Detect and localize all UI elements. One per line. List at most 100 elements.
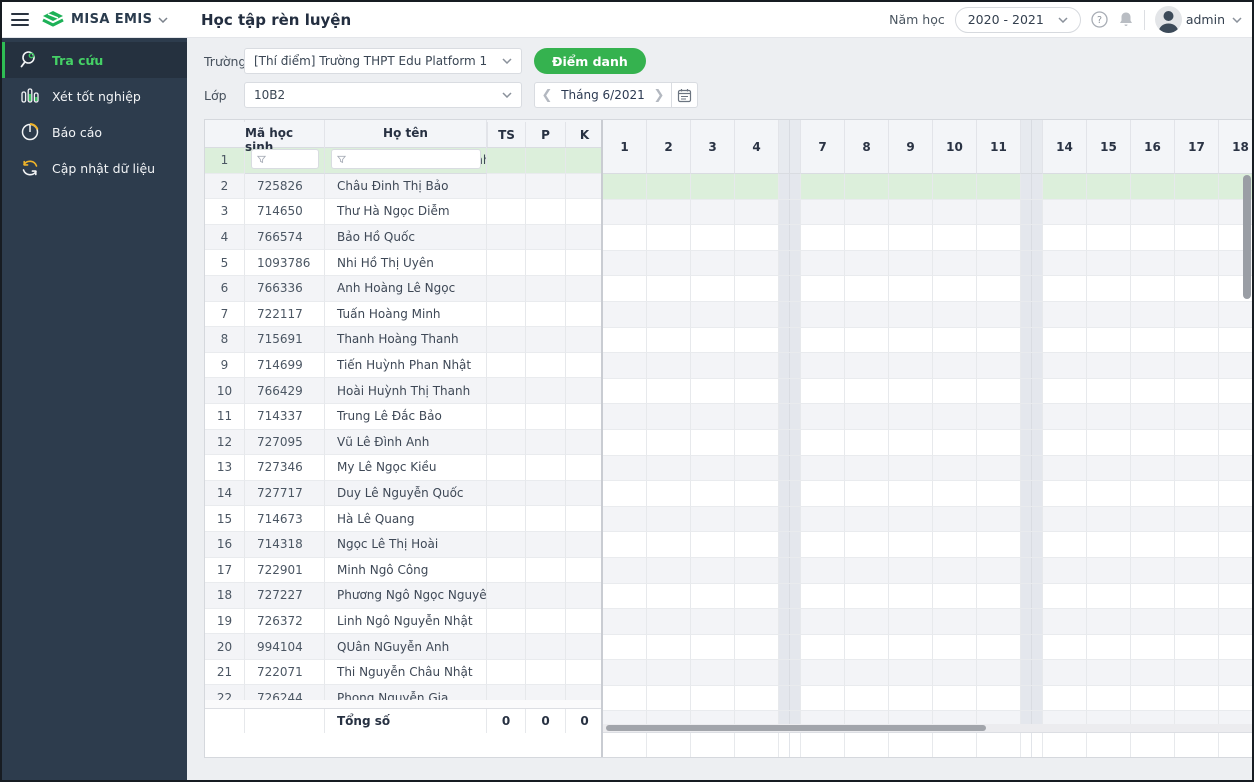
brand-menu[interactable]: MISA EMIS <box>41 7 168 33</box>
day-column-header-17: 17 <box>1175 120 1219 174</box>
help-icon[interactable]: ? <box>1091 11 1108 28</box>
attendance-cell-day-3 <box>691 609 735 635</box>
student-day-row[interactable] <box>603 506 1252 533</box>
student-row[interactable]: 5 1093786 Nhi Hồ Thị Uyên <box>205 250 601 276</box>
filter-funnel-icon <box>256 155 266 163</box>
student-row[interactable]: 8 715691 Thanh Hoàng Thanh <box>205 327 601 353</box>
attendance-cell-day-14 <box>1043 685 1087 712</box>
student-row[interactable]: 12 727095 Vũ Lê Đình Anh <box>205 429 601 456</box>
student-row[interactable]: 9 714699 Tiến Huỳnh Phan Nhật <box>205 352 601 379</box>
calendar-icon[interactable] <box>671 83 697 107</box>
row-full-name: Thư Hà Ngọc Diễm <box>325 199 487 225</box>
attendance-cell-day-16 <box>1131 660 1175 686</box>
next-month-button[interactable]: ❯ <box>647 88 671 103</box>
attendance-cell-day-14 <box>1043 301 1087 328</box>
attendance-cell-day-8 <box>845 634 889 661</box>
student-row[interactable]: 14 727717 Duy Lê Nguyễn Quốc <box>205 480 601 507</box>
student-day-row[interactable] <box>603 199 1252 226</box>
student-day-row[interactable] <box>603 609 1252 635</box>
student-row[interactable]: 17 722901 Minh Ngô Công <box>205 557 601 584</box>
hamburger-menu-icon[interactable] <box>11 13 29 26</box>
student-row[interactable]: 13 727346 My Lê Ngọc Kiều <box>205 455 601 481</box>
attendance-cell-day-16 <box>1131 199 1175 226</box>
attendance-cell-day-9 <box>889 685 933 712</box>
student-day-row[interactable] <box>603 276 1252 302</box>
student-row[interactable]: 6 766336 Anh Hoàng Lê Ngọc <box>205 275 601 302</box>
bar-chart-icon <box>18 86 42 106</box>
attendance-cell-day-16 <box>1131 353 1175 379</box>
row-ts-cell <box>487 301 526 328</box>
attendance-cell-day-7 <box>801 378 845 405</box>
attendance-cell-day-1 <box>603 557 647 584</box>
attendance-cell-day-10 <box>933 634 977 661</box>
student-row[interactable]: 7 722117 Tuấn Hoàng Minh <box>205 301 601 328</box>
student-day-row[interactable] <box>603 404 1252 430</box>
student-day-row[interactable] <box>603 583 1252 610</box>
student-day-row[interactable] <box>603 378 1252 405</box>
student-row[interactable]: 15 714673 Hà Lê Quang <box>205 506 601 532</box>
student-day-row[interactable] <box>603 634 1252 661</box>
attendance-cell-day-2 <box>647 583 691 610</box>
attendance-cell-day-9 <box>889 199 933 226</box>
student-day-row[interactable] <box>603 174 1252 200</box>
row-student-id: 714673 <box>245 506 325 532</box>
sidebar-item-xet-tot-nghiep[interactable]: Xét tốt nghiệp <box>2 78 187 114</box>
student-row[interactable]: 4 766574 Bảo Hồ Quốc <box>205 224 601 251</box>
attendance-cell-day-14 <box>1043 506 1087 533</box>
student-day-row[interactable] <box>603 711 1252 725</box>
student-day-row[interactable] <box>603 685 1252 712</box>
student-day-row[interactable] <box>603 429 1252 456</box>
attendance-cell-day-3 <box>691 557 735 584</box>
attendance-button[interactable]: Điểm danh <box>534 48 646 74</box>
student-row[interactable]: 20 994104 QUân NGuyễn Anh <box>205 634 601 660</box>
attendance-cell-day-1 <box>603 276 647 302</box>
student-row[interactable]: 19 726372 Linh Ngô Nguyễn Nhật <box>205 608 601 635</box>
row-stt: 7 <box>205 301 245 328</box>
student-row[interactable]: 21 722071 Thi Nguyễn Châu Nhật <box>205 659 601 686</box>
sidebar-item-cap-nhat-du-lieu[interactable]: Cập nhật dữ liệu <box>2 150 187 186</box>
row-p-cell <box>526 199 566 225</box>
student-row[interactable]: 2 725826 Châu Đinh Thị Bảo <box>205 173 601 200</box>
row-p-cell <box>526 455 566 481</box>
student-day-row[interactable] <box>603 455 1252 482</box>
student-day-row[interactable] <box>603 301 1252 328</box>
attendance-cell-day-16 <box>1131 532 1175 558</box>
horizontal-scrollbar-thumb[interactable] <box>606 725 986 732</box>
weekend-cell <box>779 276 801 302</box>
student-id-filter-input[interactable] <box>250 149 319 169</box>
student-row[interactable]: 16 714318 Ngọc Lê Thị Hoài <box>205 531 601 558</box>
attendance-cell-day-7 <box>801 557 845 584</box>
student-day-row[interactable] <box>603 225 1252 251</box>
grid-day-columns: 1 2 3 4 7 8 9 10 11 14 15 16 17 18 <box>603 120 1252 757</box>
student-day-row[interactable] <box>603 353 1252 379</box>
student-row[interactable]: 3 714650 Thư Hà Ngọc Diễm <box>205 199 601 225</box>
student-day-row[interactable] <box>603 250 1252 277</box>
row-student-id: 727095 <box>245 429 325 456</box>
student-day-row[interactable] <box>603 327 1252 354</box>
weekend-cell <box>779 634 801 661</box>
attendance-cell-day-17 <box>1175 609 1219 635</box>
attendance-cell-day-17 <box>1175 276 1219 302</box>
user-menu[interactable]: admin <box>1154 6 1242 33</box>
school-select[interactable]: [Thí điểm] Trường THPT Edu Platform 1 <box>244 48 522 74</box>
weekend-cell <box>779 199 801 226</box>
student-day-row[interactable] <box>603 481 1252 507</box>
school-year-select[interactable]: 2020 - 2021 <box>954 6 1081 33</box>
sidebar-item-bao-cao[interactable]: Báo cáo <box>2 114 187 150</box>
full-name-filter-input[interactable] <box>330 149 481 169</box>
student-row[interactable]: 22 726244 Phong Nguyễn Gia <box>205 685 601 700</box>
student-day-row[interactable] <box>603 660 1252 686</box>
attendance-cell-day-17 <box>1175 353 1219 379</box>
student-row[interactable]: 10 766429 Hoài Huỳnh Thị Thanh <box>205 378 601 404</box>
class-select[interactable]: 10B2 <box>244 82 522 108</box>
vertical-scrollbar-thumb[interactable] <box>1243 175 1251 299</box>
student-day-row[interactable] <box>603 532 1252 558</box>
student-day-row[interactable] <box>603 557 1252 584</box>
student-row[interactable]: 18 727227 Phương Ngô Ngọc Nguyên <box>205 583 601 609</box>
sidebar-item-tra-cuu[interactable]: Tra cứu <box>2 42 187 78</box>
student-row[interactable]: 11 714337 Trung Lê Đắc Bảo <box>205 403 601 430</box>
previous-month-button[interactable]: ❮ <box>535 88 559 103</box>
attendance-cell-day-15 <box>1087 250 1131 277</box>
notification-bell-icon[interactable] <box>1118 11 1134 28</box>
header-student-id: Mã học sinh <box>245 120 325 174</box>
